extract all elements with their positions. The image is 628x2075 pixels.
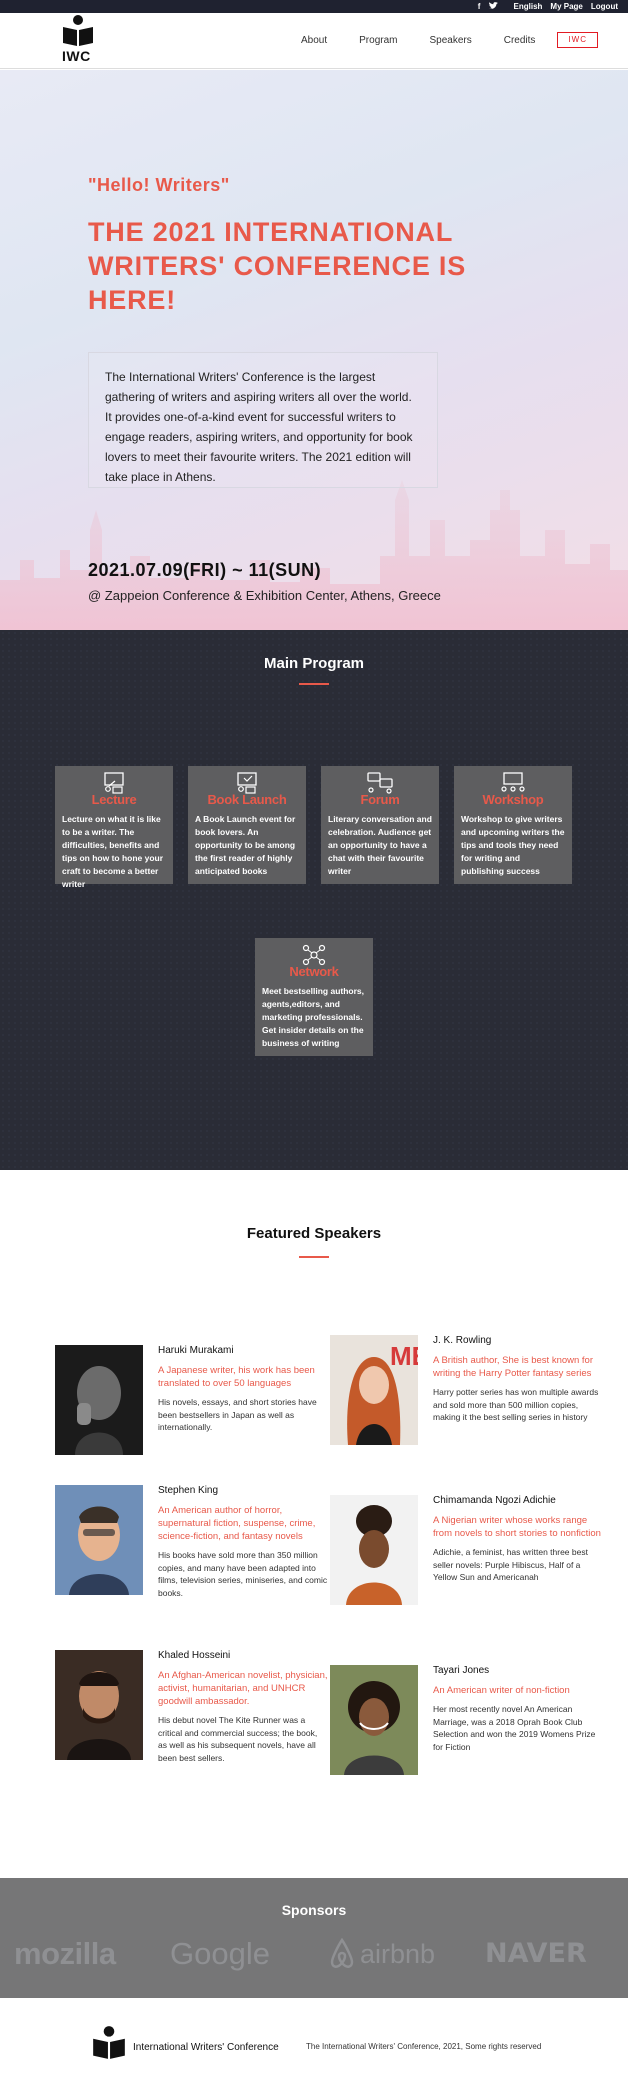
speaker-photo-rowling: ME <box>330 1335 418 1445</box>
program-card-book-launch[interactable]: Book Launch A Book Launch event for book… <box>188 766 306 884</box>
program-card-network[interactable]: Network Meet bestselling authors, agents… <box>255 938 373 1056</box>
footer-site-name: International Writers' Conference <box>133 2042 279 2053</box>
card-text: Workshop to give writers and upcoming wr… <box>461 814 565 876</box>
main-nav: About Program Speakers Credits IWC <box>285 32 598 48</box>
speaker-name: J. K. Rowling <box>433 1335 492 1346</box>
speaker-photo-adichie <box>330 1495 418 1605</box>
heading-underline <box>299 1256 329 1258</box>
nav-credits[interactable]: Credits <box>488 35 552 48</box>
sponsors-section: Sponsors mozilla Google airbnb NAVER <box>0 1878 628 1998</box>
svg-text:ME: ME <box>390 1341 418 1371</box>
sponsor-logo-naver[interactable]: NAVER <box>485 1938 587 1969</box>
speaker-bio: Harry potter series has won multiple awa… <box>433 1387 599 1422</box>
forum-chat-icon <box>367 772 393 794</box>
card-text: A Book Launch event for book lovers. An … <box>195 814 296 876</box>
airbnb-icon <box>330 1938 354 1968</box>
book-reader-logo-icon <box>63 15 93 46</box>
card-title: Lecture <box>91 792 137 807</box>
speaker-name: Haruki Murakami <box>158 1345 234 1356</box>
speaker-photo-king <box>55 1485 143 1595</box>
airbnb-wordmark: airbnb <box>360 1938 436 1969</box>
hero-description: The International Writers' Conference is… <box>88 352 438 488</box>
speaker-name: Stephen King <box>158 1485 219 1496</box>
nav-speakers[interactable]: Speakers <box>414 35 488 48</box>
social-links: f <box>475 2 498 11</box>
program-card-forum[interactable]: Forum Literary conversation and celebrat… <box>321 766 439 884</box>
card-text: Literary conversation and celebration. A… <box>328 814 432 876</box>
speaker-name: Tayari Jones <box>433 1665 490 1676</box>
speaker-tagline: A Japanese writer, his work has been tra… <box>158 1365 315 1389</box>
speaker-bio: Her most recently novel An American Marr… <box>433 1704 596 1752</box>
speaker-name: Chimamanda Ngozi Adichie <box>433 1495 556 1506</box>
hero-title: THE 2021 INTERNATIONAL WRITERS' CONFEREN… <box>88 217 467 315</box>
event-date: 2021.07.09(FRI) ~ 11(SUN) <box>88 560 322 580</box>
twitter-icon[interactable] <box>488 2 498 11</box>
card-title: Book Launch <box>207 792 287 807</box>
sponsors-heading: Sponsors <box>281 1902 347 1918</box>
speaker-tagline: A British author, She is best known for … <box>433 1355 594 1379</box>
site-header: IWC About Program Speakers Credits IWC <box>0 13 628 69</box>
workshop-icon <box>501 772 525 792</box>
speaker-tagline: An Afghan-American novelist, physician, … <box>158 1670 328 1707</box>
hero-section: "Hello! Writers" THE 2021 INTERNATIONAL … <box>0 70 628 630</box>
section-heading: Main Program <box>263 655 365 672</box>
my-page-link[interactable]: My Page <box>550 2 582 11</box>
site-logo[interactable]: IWC <box>60 13 100 67</box>
nav-program[interactable]: Program <box>343 35 413 48</box>
speaker-tagline: A Nigerian writer whose works range from… <box>433 1515 601 1539</box>
speaker-tagline: An American writer of non-fiction <box>433 1685 570 1696</box>
facebook-icon[interactable]: f <box>475 2 484 11</box>
book-launch-icon <box>237 772 257 794</box>
card-title: Network <box>289 964 339 979</box>
sponsor-logo-airbnb[interactable]: airbnb <box>328 1938 435 1970</box>
main-program-section: Main Program Lecture Lecture on what it … <box>0 630 628 1170</box>
speaker-bio: His debut novel The Kite Runner was a cr… <box>158 1715 318 1763</box>
speaker-tagline: An American author of horror, supernatur… <box>158 1505 316 1542</box>
hero-greeting: "Hello! Writers" <box>88 175 230 195</box>
speaker-bio: His novels, essays, and short stories ha… <box>158 1397 317 1432</box>
speaker-name: Khaled Hosseini <box>158 1650 231 1661</box>
nav-about[interactable]: About <box>285 35 343 48</box>
footer-logo-icon[interactable] <box>90 2024 128 2062</box>
nav-iwc-button[interactable]: IWC <box>557 32 598 48</box>
event-venue: @ Zappeion Conference & Exhibition Cente… <box>88 588 441 603</box>
speaker-photo-hosseini <box>55 1650 143 1760</box>
sponsor-logo-google[interactable]: Google <box>170 1936 270 1972</box>
card-text: Meet bestselling authors, agents,editors… <box>262 986 365 1048</box>
logout-link[interactable]: Logout <box>591 2 618 11</box>
lecture-icon <box>104 772 124 794</box>
sponsor-logo-mozilla[interactable]: mozilla <box>14 1936 116 1972</box>
speakers-heading: Featured Speakers <box>246 1225 382 1242</box>
english-link[interactable]: English <box>514 2 543 11</box>
site-footer: International Writers' Conference The In… <box>0 2008 628 2075</box>
logo-text: IWC <box>62 48 91 64</box>
program-card-lecture[interactable]: Lecture Lecture on what it is like to be… <box>55 766 173 889</box>
speaker-photo-jones <box>330 1665 418 1775</box>
footer-copyright: The International Writers' Conference, 2… <box>306 2042 542 2051</box>
speaker-bio: Adichie, a feminist, has written three b… <box>433 1547 588 1582</box>
heading-underline <box>299 683 329 685</box>
program-card-workshop[interactable]: Workshop Workshop to give writers and up… <box>454 766 572 884</box>
network-icon <box>302 944 326 966</box>
speaker-photo-murakami <box>55 1345 143 1455</box>
card-text: Lecture on what it is like to be a write… <box>62 814 164 889</box>
card-title: Forum <box>360 792 400 807</box>
card-title: Workshop <box>482 792 544 807</box>
speaker-bio: His books have sold more than 350 millio… <box>158 1550 328 1598</box>
top-utility-bar: f English My Page Logout <box>0 0 628 13</box>
